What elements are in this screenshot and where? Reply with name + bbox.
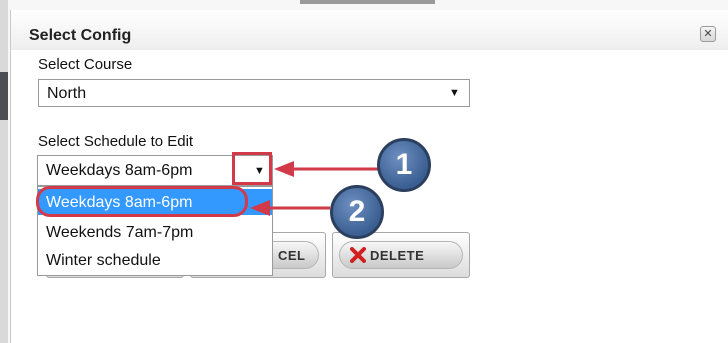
- arrow-2-head: [250, 200, 270, 216]
- callout-1: 1: [377, 138, 431, 192]
- arrow-1-head: [274, 161, 294, 177]
- callout-2: 2: [330, 185, 384, 239]
- annotation-arrows: [250, 161, 378, 216]
